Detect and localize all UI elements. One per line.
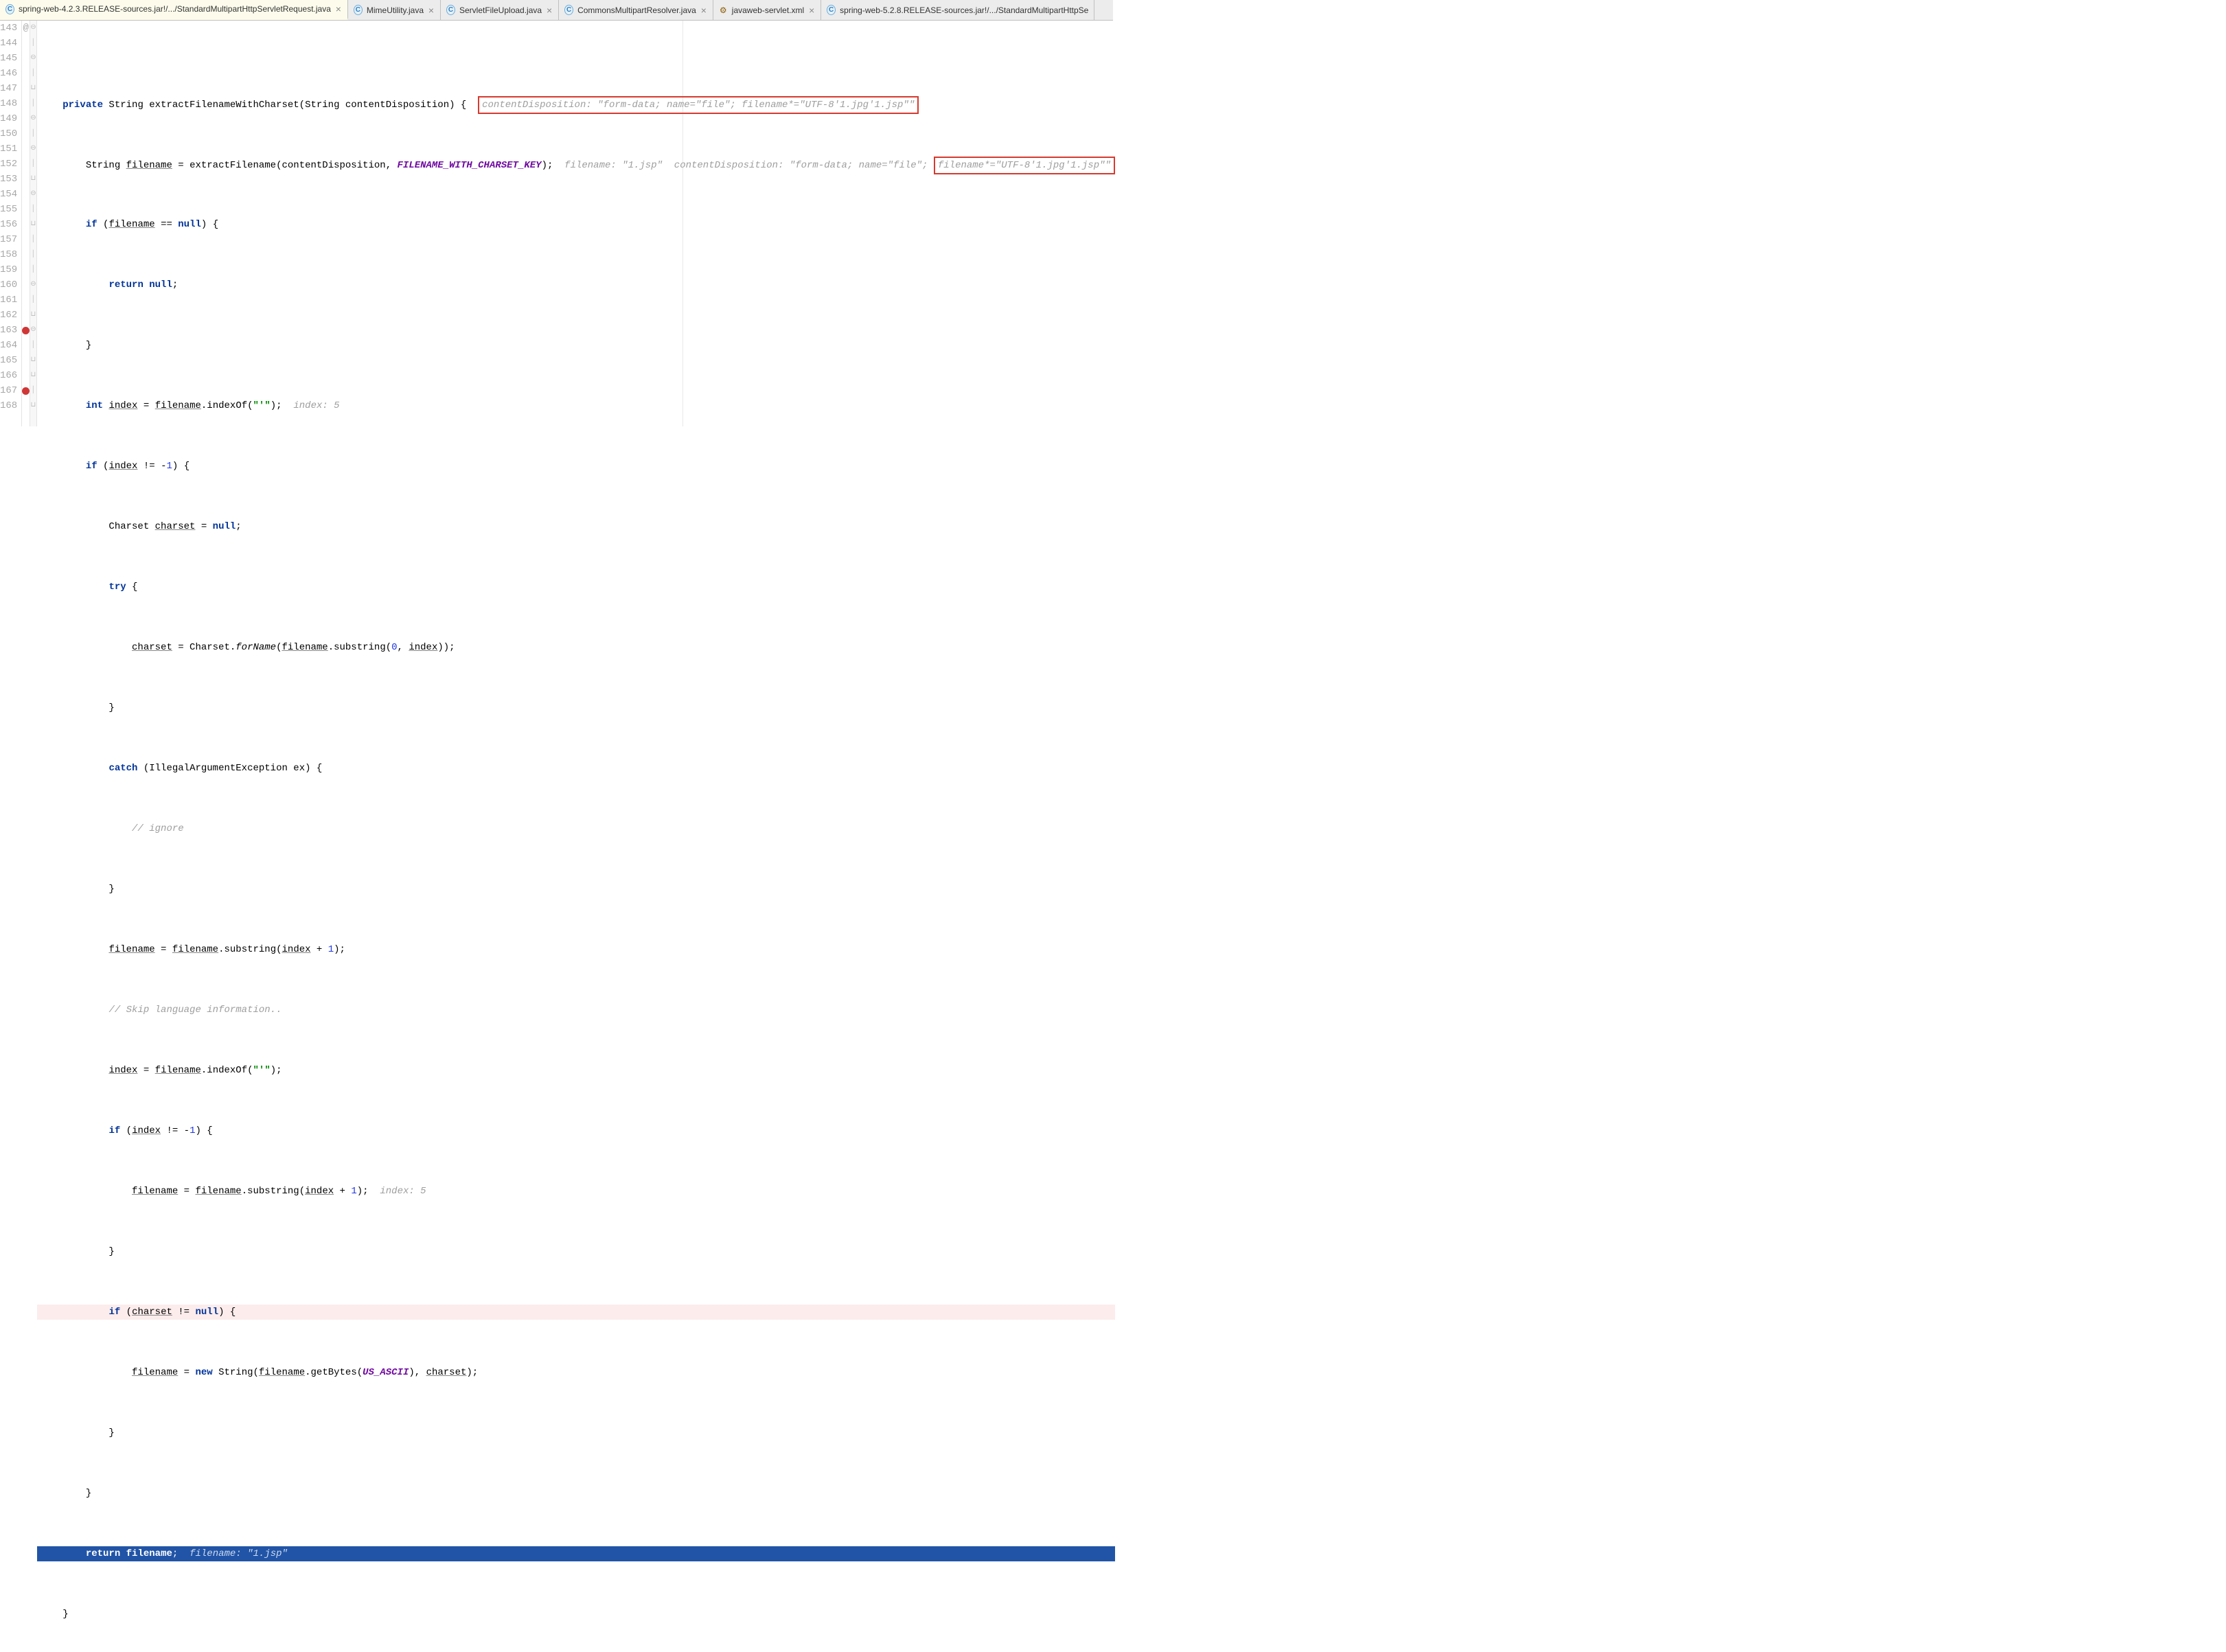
fold-gutter[interactable]: ⊖│⊖│⊔ │⊖│⊖│ ⊔⊖│⊔│ ││⊖│⊔ ⊖│⊔⊔│ ⊔ bbox=[30, 21, 36, 426]
code-area[interactable]: private String extractFilenameWithCharse… bbox=[37, 21, 1115, 426]
code-line[interactable]: } bbox=[37, 882, 1115, 897]
tab-standardmultipart-4[interactable]: spring-web-4.2.3.RELEASE-sources.jar!/..… bbox=[0, 0, 348, 20]
close-icon[interactable] bbox=[700, 7, 707, 14]
line-number: 147 bbox=[0, 81, 17, 96]
code-line[interactable]: charset = Charset.forName(filename.subst… bbox=[37, 640, 1115, 655]
code-line[interactable]: if (index != -1) { bbox=[37, 459, 1115, 474]
debug-inline-hint: filename*="UTF-8'1.jpg'1.jsp"" bbox=[934, 157, 1115, 174]
close-icon[interactable] bbox=[546, 7, 553, 14]
tab-standardmultipart-5[interactable]: spring-web-5.2.8.RELEASE-sources.jar!/..… bbox=[821, 0, 1094, 20]
tab-label: spring-web-5.2.8.RELEASE-sources.jar!/..… bbox=[840, 5, 1088, 15]
code-line[interactable]: } bbox=[37, 1486, 1115, 1501]
line-number: 168 bbox=[0, 398, 17, 413]
line-number: 160 bbox=[0, 277, 17, 292]
code-line[interactable]: if (filename == null) { bbox=[37, 217, 1115, 232]
close-icon[interactable] bbox=[428, 7, 435, 14]
line-number: 150 bbox=[0, 126, 17, 141]
code-line[interactable]: catch (IllegalArgumentException ex) { bbox=[37, 761, 1115, 776]
line-number: 153 bbox=[0, 172, 17, 187]
java-class-icon bbox=[446, 5, 455, 14]
line-number: 166 bbox=[0, 368, 17, 383]
line-number: 165 bbox=[0, 353, 17, 368]
line-number: 158 bbox=[0, 247, 17, 262]
tab-label: spring-web-4.2.3.RELEASE-sources.jar!/..… bbox=[19, 4, 331, 14]
line-number: 146 bbox=[0, 66, 17, 81]
tab-label: MimeUtility.java bbox=[367, 5, 424, 15]
line-number: 143 bbox=[0, 21, 17, 36]
line-number-gutter: 143 144 145 146 147 148 149 150 151 152 … bbox=[0, 21, 22, 426]
line-number: 151 bbox=[0, 141, 17, 157]
java-class-icon bbox=[827, 5, 836, 14]
code-line[interactable]: } bbox=[37, 700, 1115, 715]
close-icon[interactable] bbox=[808, 7, 815, 14]
line-number: 162 bbox=[0, 308, 17, 323]
close-icon[interactable] bbox=[335, 5, 342, 12]
code-line[interactable]: filename = new String(filename.getBytes(… bbox=[37, 1365, 1115, 1380]
code-line[interactable]: index = filename.indexOf("'"); bbox=[37, 1063, 1115, 1078]
java-class-icon bbox=[5, 5, 14, 14]
at-annotation-icon: @ bbox=[23, 21, 29, 36]
code-line[interactable]: } bbox=[37, 1425, 1115, 1441]
debug-inline-hint: contentDisposition: "form-data; name="fi… bbox=[478, 96, 919, 114]
code-line[interactable]: // ignore bbox=[37, 821, 1115, 836]
line-number: 155 bbox=[0, 202, 17, 217]
code-line[interactable]: int index = filename.indexOf("'"); index… bbox=[37, 398, 1115, 413]
java-class-icon bbox=[564, 5, 573, 14]
line-number: 149 bbox=[0, 111, 17, 126]
code-line[interactable]: String filename = extractFilename(conten… bbox=[37, 157, 1115, 172]
code-line[interactable]: // Skip language information.. bbox=[37, 1002, 1115, 1018]
debug-inline-hint: index: 5 bbox=[293, 400, 339, 411]
line-number: 159 bbox=[0, 262, 17, 277]
line-number: 163 bbox=[0, 323, 17, 338]
code-line[interactable]: private String extractFilenameWithCharse… bbox=[37, 96, 1115, 111]
line-number: 144 bbox=[0, 36, 17, 51]
code-editor[interactable]: 143 144 145 146 147 148 149 150 151 152 … bbox=[0, 21, 1113, 426]
breakpoint-icon[interactable] bbox=[22, 387, 30, 395]
tab-servletfileupload[interactable]: ServletFileUpload.java bbox=[441, 0, 559, 20]
line-number: 167 bbox=[0, 383, 17, 398]
breakpoint-gutter[interactable]: @ bbox=[22, 21, 30, 426]
line-number: 148 bbox=[0, 96, 17, 111]
breakpoint-icon[interactable] bbox=[22, 327, 30, 334]
debug-inline-hint: index: 5 bbox=[380, 1186, 426, 1197]
tab-label: javaweb-servlet.xml bbox=[732, 5, 804, 15]
code-line[interactable]: Charset charset = null; bbox=[37, 519, 1115, 534]
tab-label: ServletFileUpload.java bbox=[459, 5, 542, 15]
code-line[interactable]: filename = filename.substring(index + 1)… bbox=[37, 1184, 1115, 1199]
line-number: 164 bbox=[0, 338, 17, 353]
code-line[interactable]: } bbox=[37, 1607, 1115, 1622]
editor-tabs: spring-web-4.2.3.RELEASE-sources.jar!/..… bbox=[0, 0, 1113, 21]
tab-commonsmultipart[interactable]: CommonsMultipartResolver.java bbox=[559, 0, 713, 20]
debug-inline-hint: filename: "1.jsp" contentDisposition: "f… bbox=[564, 160, 934, 171]
line-number: 157 bbox=[0, 232, 17, 247]
debug-inline-hint: filename: "1.jsp" bbox=[190, 1548, 288, 1559]
code-line[interactable]: if (index != -1) { bbox=[37, 1123, 1115, 1138]
line-number: 152 bbox=[0, 157, 17, 172]
line-number: 161 bbox=[0, 292, 17, 308]
xml-file-icon bbox=[719, 5, 728, 14]
code-line[interactable]: } bbox=[37, 1244, 1115, 1259]
code-line[interactable]: } bbox=[37, 338, 1115, 353]
tab-javaweb-servlet-xml[interactable]: javaweb-servlet.xml bbox=[713, 0, 821, 20]
tab-mimeutility[interactable]: MimeUtility.java bbox=[348, 0, 441, 20]
code-line-executing[interactable]: return filename; filename: "1.jsp" bbox=[37, 1546, 1115, 1561]
code-line[interactable]: if (charset != null) { bbox=[37, 1305, 1115, 1320]
code-line[interactable]: try { bbox=[37, 580, 1115, 595]
code-line[interactable]: return null; bbox=[37, 277, 1115, 292]
line-number: 156 bbox=[0, 217, 17, 232]
line-number: 154 bbox=[0, 187, 17, 202]
tab-label: CommonsMultipartResolver.java bbox=[577, 5, 696, 15]
execution-pointer-icon bbox=[37, 1546, 41, 1561]
code-line[interactable]: filename = filename.substring(index + 1)… bbox=[37, 942, 1115, 957]
line-number: 145 bbox=[0, 51, 17, 66]
java-class-icon bbox=[354, 5, 363, 14]
